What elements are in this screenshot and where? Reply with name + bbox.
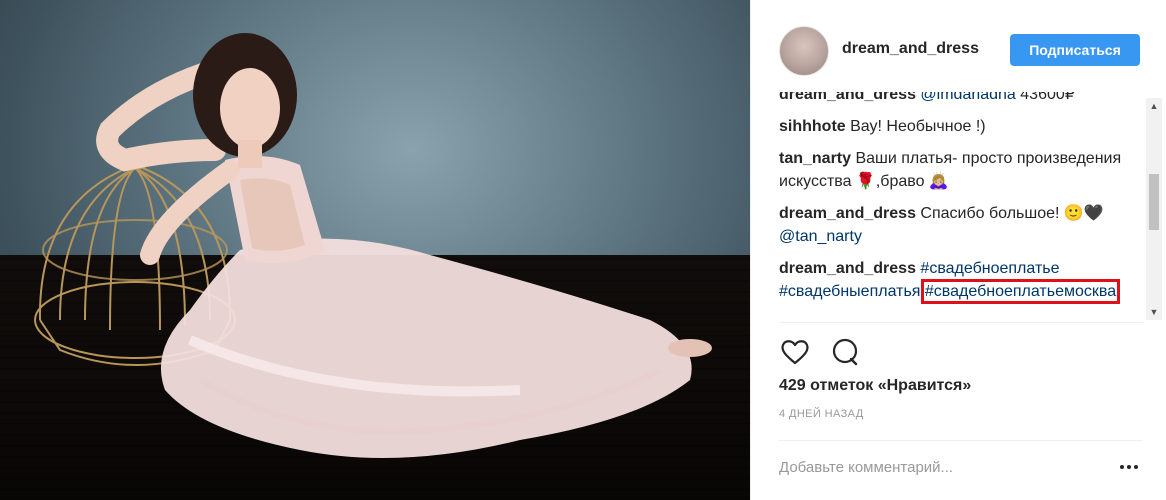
comment-text: Спасибо большое! 🙂🖤: [915, 205, 1104, 222]
scroll-down-arrow-icon[interactable]: ▼: [1146, 304, 1162, 320]
post-timestamp[interactable]: 4 ДНЕЙ НАЗАД: [779, 408, 864, 420]
scroll-up-arrow-icon[interactable]: ▲: [1146, 98, 1162, 114]
dress-skirt: [160, 238, 692, 458]
comment-item: dream_and_dress @imdarladna 43600₽: [779, 92, 1139, 106]
comment-author[interactable]: dream_and_dress: [779, 92, 916, 103]
likes-count[interactable]: 429 отметок «Нравится»: [779, 377, 971, 395]
add-comment-input[interactable]: [779, 456, 1109, 478]
scrollbar-thumb[interactable]: [1149, 174, 1159, 230]
avatar[interactable]: [779, 26, 829, 76]
post-sidebar: dream_and_dress Подписаться dream_and_dr…: [750, 0, 1166, 500]
comment-item: dream_and_dress Спасибо большое! 🙂🖤 @tan…: [779, 202, 1139, 248]
comment-mention[interactable]: @tan_narty: [779, 228, 862, 245]
post-photo[interactable]: [0, 0, 750, 500]
comments-list[interactable]: dream_and_dress @imdarladna 43600₽ sihhh…: [779, 92, 1139, 322]
comment-text: Вау! Необычное !): [845, 118, 986, 135]
heart-icon[interactable]: [779, 336, 811, 368]
comment-item: tan_narty Ваши платья- просто произведен…: [779, 147, 1139, 193]
hashtag-link[interactable]: #свадебноеплатье: [920, 260, 1059, 277]
comment-mention[interactable]: @imdarladna: [920, 92, 1015, 103]
divider: [779, 440, 1143, 441]
follow-button[interactable]: Подписаться: [1010, 34, 1140, 66]
hashtag-link[interactable]: #свадебныеплатья: [779, 283, 920, 300]
model-shoe: [668, 339, 712, 357]
highlighted-hashtag-link[interactable]: #свадебноеплатьемосква: [920, 279, 1121, 304]
comment-author[interactable]: dream_and_dress: [779, 205, 916, 222]
more-options-icon[interactable]: [1119, 458, 1139, 476]
comment-text: 43600₽: [1015, 92, 1075, 103]
comment-author[interactable]: sihhhote: [779, 118, 846, 135]
comment-author[interactable]: tan_narty: [779, 150, 851, 167]
divider: [779, 322, 1143, 323]
post-username[interactable]: dream_and_dress: [842, 40, 979, 58]
comment-bubble-icon[interactable]: [829, 336, 861, 368]
photo-illustration: [34, 33, 712, 458]
comment-item: dream_and_dress #свадебноеплатье #свадеб…: [779, 257, 1139, 304]
comments-scrollbar[interactable]: ▲ ▼: [1146, 98, 1162, 320]
comment-item: sihhhote Вау! Необычное !): [779, 115, 1139, 138]
comment-author[interactable]: dream_and_dress: [779, 260, 916, 277]
model-face: [220, 68, 280, 148]
post-header: dream_and_dress Подписаться: [751, 0, 1166, 92]
